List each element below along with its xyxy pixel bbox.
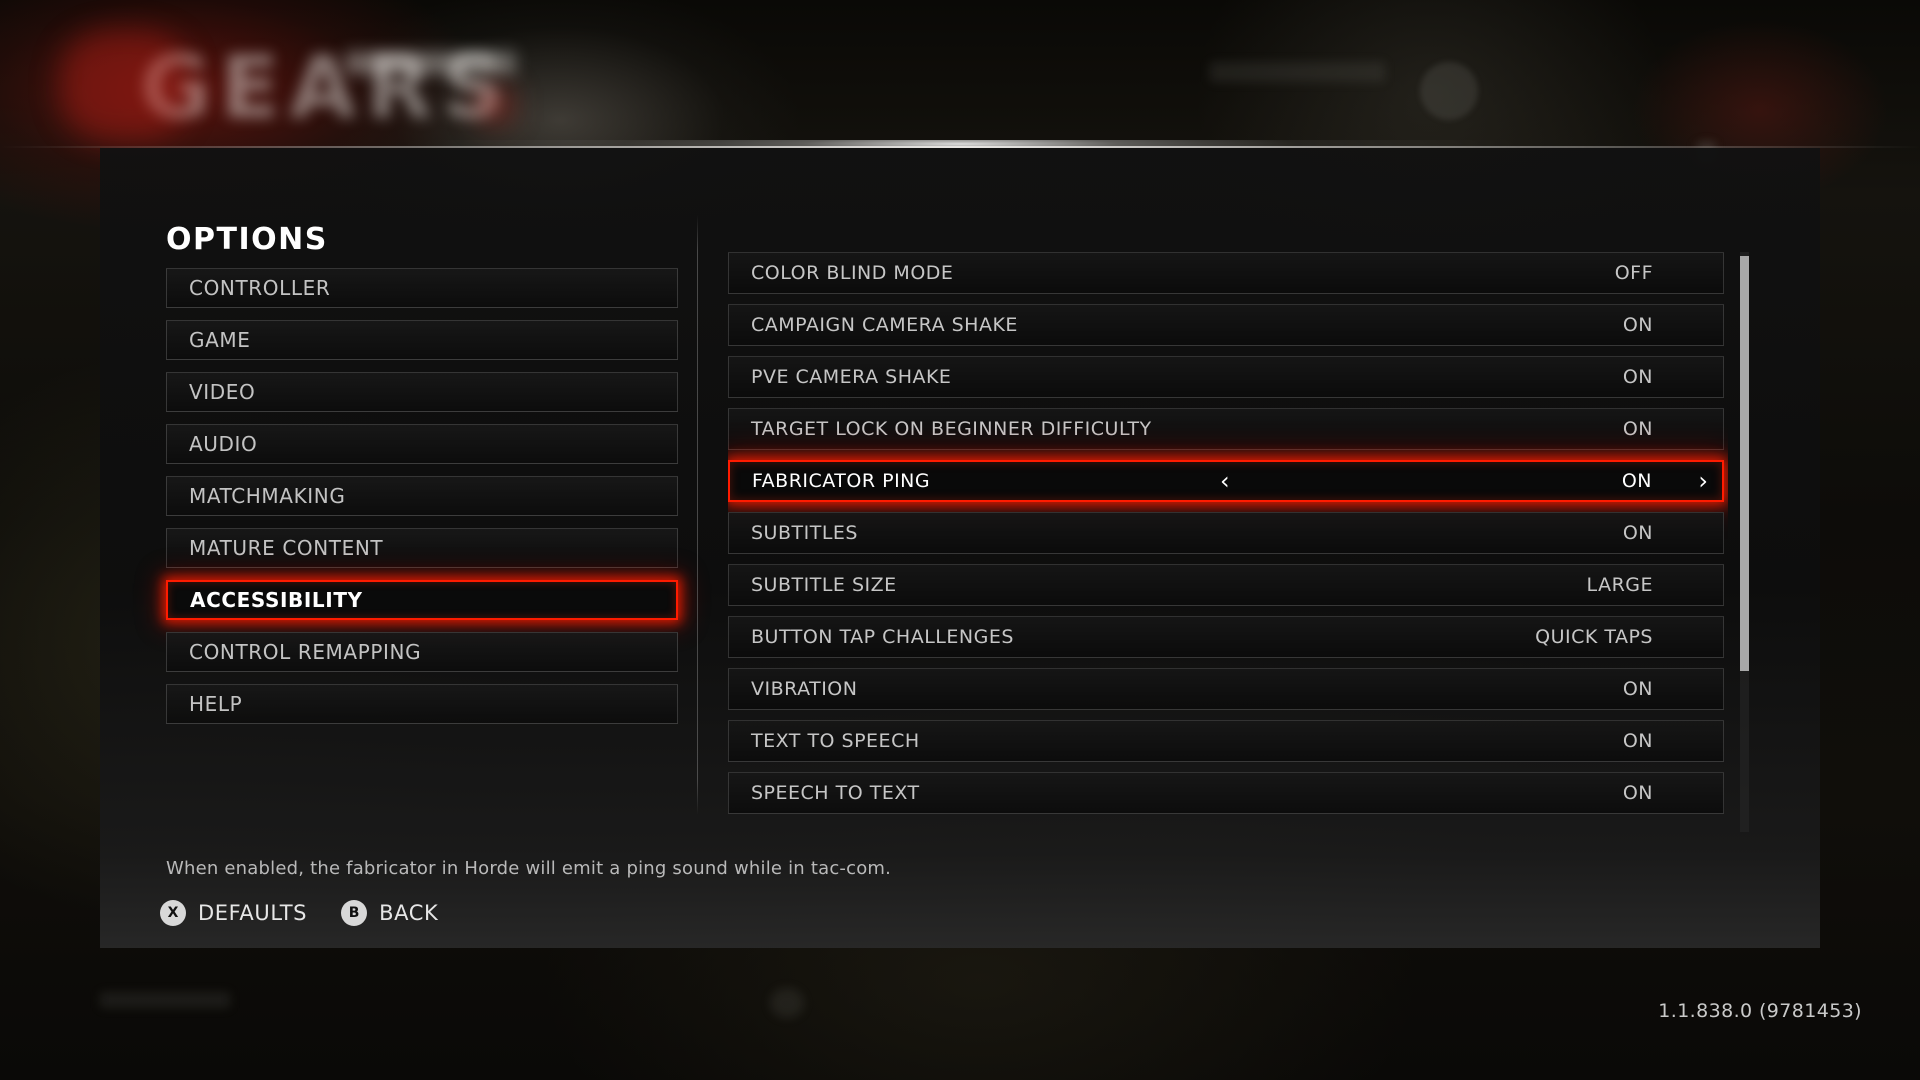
background-accent-mark — [476, 88, 512, 122]
setting-label: SPEECH TO TEXT — [751, 782, 920, 804]
setting-row-subtitle-size[interactable]: SUBTITLE SIZE LARGE — [728, 564, 1724, 606]
setting-value: QUICK TAPS — [1535, 626, 1653, 648]
setting-value: ON — [1622, 418, 1653, 440]
setting-row-target-lock-on-beginner-difficulty[interactable]: TARGET LOCK ON BEGINNER DIFFICULTY ON — [728, 408, 1724, 450]
button-b-icon: B — [341, 900, 368, 926]
setting-label: TARGET LOCK ON BEGINNER DIFFICULTY — [751, 418, 1152, 440]
button-prompts: X DEFAULTS B BACK — [160, 900, 472, 926]
setting-label: PVE CAMERA SHAKE — [751, 366, 952, 388]
setting-label: SUBTITLES — [751, 522, 858, 544]
setting-label: SUBTITLE SIZE — [751, 574, 897, 596]
setting-value: ON — [1622, 730, 1653, 752]
build-version: 1.1.838.0 (9781453) — [1658, 1000, 1862, 1022]
setting-row-vibration[interactable]: VIBRATION ON — [728, 668, 1724, 710]
setting-label: CAMPAIGN CAMERA SHAKE — [751, 314, 1018, 336]
chevron-left-icon[interactable]: ‹ — [1220, 469, 1230, 493]
setting-row-campaign-camera-shake[interactable]: CAMPAIGN CAMERA SHAKE ON — [728, 304, 1724, 346]
sidebar-item-label: ACCESSIBILITY — [190, 588, 363, 612]
button-x-icon: X — [160, 900, 186, 926]
setting-row-pve-camera-shake[interactable]: PVE CAMERA SHAKE ON — [728, 356, 1724, 398]
setting-row-fabricator-ping[interactable]: FABRICATOR PING ‹ ON › — [728, 460, 1724, 502]
setting-value: OFF — [1614, 262, 1653, 284]
sidebar-item-audio[interactable]: AUDIO — [166, 424, 678, 464]
setting-label: COLOR BLIND MODE — [751, 262, 954, 284]
chevron-right-icon[interactable]: › — [1698, 469, 1708, 493]
sidebar-item-label: CONTROL REMAPPING — [189, 640, 422, 664]
background-game-logo: GEARS — [140, 38, 515, 138]
sidebar-item-label: MATURE CONTENT — [189, 536, 384, 560]
sidebar-item-accessibility[interactable]: ACCESSIBILITY — [166, 580, 678, 620]
prompt-label: BACK — [379, 901, 439, 925]
setting-value: ON — [1622, 314, 1653, 336]
prompt-defaults[interactable]: X DEFAULTS — [160, 900, 307, 926]
settings-list: COLOR BLIND MODE OFF CAMPAIGN CAMERA SHA… — [728, 252, 1728, 832]
background-footer-bar — [100, 992, 230, 1008]
setting-value: LARGE — [1586, 574, 1653, 596]
sidebar-item-label: VIDEO — [189, 380, 256, 404]
setting-row-text-to-speech[interactable]: TEXT TO SPEECH ON — [728, 720, 1724, 762]
sidebar-item-controller[interactable]: CONTROLLER — [166, 268, 678, 308]
sidebar-item-label: MATCHMAKING — [189, 484, 346, 508]
setting-value: ON — [1621, 470, 1652, 492]
sidebar-item-label: HELP — [189, 692, 243, 716]
page-title: OPTIONS — [166, 222, 328, 257]
sidebar-item-label: GAME — [189, 328, 251, 352]
scrollbar-thumb[interactable] — [1740, 256, 1749, 671]
sidebar-item-game[interactable]: GAME — [166, 320, 678, 360]
sidebar-item-video[interactable]: VIDEO — [166, 372, 678, 412]
setting-label: FABRICATOR PING — [752, 470, 931, 492]
sidebar-item-help[interactable]: HELP — [166, 684, 678, 724]
setting-row-color-blind-mode[interactable]: COLOR BLIND MODE OFF — [728, 252, 1724, 294]
background-logo-mark — [60, 30, 190, 140]
background-top-right-bar — [1210, 62, 1385, 82]
setting-row-button-tap-challenges[interactable]: BUTTON TAP CHALLENGES QUICK TAPS — [728, 616, 1724, 658]
category-nav: CONTROLLER GAME VIDEO AUDIO MATCHMAKING … — [166, 268, 678, 736]
setting-value: ON — [1622, 782, 1653, 804]
setting-value: ON — [1622, 366, 1653, 388]
prompt-label: DEFAULTS — [198, 901, 308, 925]
background-avatar-icon — [1420, 62, 1478, 120]
setting-label: VIBRATION — [751, 678, 858, 700]
sidebar-item-label: CONTROLLER — [189, 276, 331, 300]
options-screen: GEARS OPTIONS CONTROLLER GAME VIDEO AUDI… — [0, 0, 1920, 1080]
setting-value: ON — [1622, 522, 1653, 544]
sidebar-item-mature-content[interactable]: MATURE CONTENT — [166, 528, 678, 568]
sidebar-item-matchmaking[interactable]: MATCHMAKING — [166, 476, 678, 516]
setting-label: BUTTON TAP CHALLENGES — [751, 626, 1014, 648]
setting-description: When enabled, the fabricator in Horde wi… — [166, 858, 892, 879]
setting-row-speech-to-text[interactable]: SPEECH TO TEXT ON — [728, 772, 1724, 814]
setting-row-subtitles[interactable]: SUBTITLES ON — [728, 512, 1724, 554]
sidebar-item-label: AUDIO — [189, 432, 258, 456]
sidebar-item-control-remapping[interactable]: CONTROL REMAPPING — [166, 632, 678, 672]
background-bottom-nav — [770, 988, 804, 1018]
prompt-back[interactable]: B BACK — [341, 900, 438, 926]
column-divider — [697, 215, 698, 815]
setting-label: TEXT TO SPEECH — [751, 730, 920, 752]
setting-value: ON — [1622, 678, 1653, 700]
